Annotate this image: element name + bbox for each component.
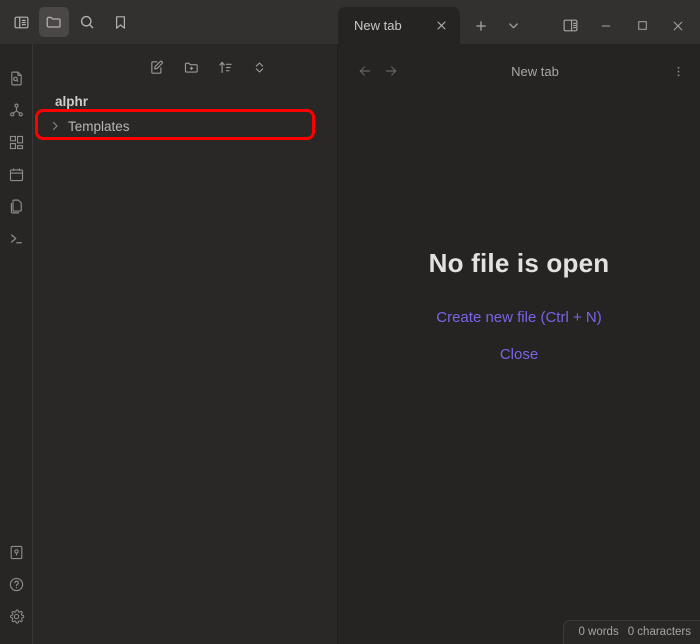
sidebar-right-icon xyxy=(562,17,579,34)
create-new-file-link[interactable]: Create new file (Ctrl + N) xyxy=(436,309,601,326)
toggle-right-sidebar-button[interactable] xyxy=(554,11,586,41)
plus-icon xyxy=(473,18,489,34)
close-icon xyxy=(671,19,685,33)
empty-state-title: No file is open xyxy=(428,247,610,278)
sidebar-left-icon xyxy=(13,14,30,31)
new-folder-button[interactable] xyxy=(181,57,201,77)
minimize-button[interactable] xyxy=(590,11,622,41)
arrow-right-icon xyxy=(383,63,399,79)
rail-item-graph-view[interactable] xyxy=(1,94,31,126)
character-count: 0 characters xyxy=(627,626,691,638)
new-folder-icon xyxy=(183,59,200,76)
word-count: 0 words xyxy=(578,626,619,638)
rail-item-templates[interactable] xyxy=(1,190,31,222)
copy-files-icon xyxy=(8,198,25,215)
app-window: New tab alphr Templates New tab No file … xyxy=(0,0,700,644)
explorer-toolbar xyxy=(33,50,337,84)
rail-item-file-search[interactable] xyxy=(1,62,31,94)
rail-item-daily-note[interactable] xyxy=(1,158,31,190)
tab-new-tab[interactable]: New tab xyxy=(338,7,460,44)
chevron-down-icon xyxy=(506,18,521,33)
graph-icon xyxy=(8,102,25,119)
body: alphr Templates New tab No file is open … xyxy=(0,44,700,644)
terminal-icon xyxy=(8,230,25,247)
tab-list-button[interactable] xyxy=(498,11,528,41)
maximize-button[interactable] xyxy=(626,11,658,41)
maximize-icon xyxy=(636,19,649,32)
chevron-right-icon[interactable] xyxy=(48,119,62,133)
window-controls xyxy=(554,7,700,44)
file-explorer-pane: alphr Templates xyxy=(33,44,338,644)
vault-name: alphr xyxy=(55,94,89,109)
more-vertical-icon xyxy=(671,64,686,79)
rail-item-vault-switcher[interactable] xyxy=(1,536,31,568)
toggle-left-sidebar-button[interactable] xyxy=(6,7,36,37)
bookmark-icon xyxy=(112,14,129,31)
arrow-left-icon xyxy=(357,63,373,79)
new-note-icon xyxy=(149,59,166,76)
help-circle-icon xyxy=(8,576,25,593)
tab-label: New tab xyxy=(354,18,402,33)
empty-state: No file is open Create new file (Ctrl + … xyxy=(338,86,700,644)
sort-icon xyxy=(217,59,234,76)
new-tab-button[interactable] xyxy=(466,11,496,41)
files-button[interactable] xyxy=(39,7,69,37)
file-search-icon xyxy=(8,70,25,87)
tree-item-label: Templates xyxy=(68,118,130,134)
titlebar: New tab xyxy=(0,0,700,44)
view-header: New tab xyxy=(338,56,700,86)
rail-item-settings[interactable] xyxy=(1,600,31,632)
bookmarks-button[interactable] xyxy=(105,7,135,37)
titlebar-left-toolbar xyxy=(0,0,338,44)
forward-button[interactable] xyxy=(378,58,404,84)
file-tree: Templates xyxy=(33,109,337,140)
close-window-button[interactable] xyxy=(662,11,694,41)
vault-icon xyxy=(8,544,25,561)
grid-blocks-icon xyxy=(8,134,25,151)
new-note-button[interactable] xyxy=(147,57,167,77)
rail-item-terminal[interactable] xyxy=(1,222,31,254)
minimize-icon xyxy=(599,19,613,33)
search-button[interactable] xyxy=(72,7,102,37)
left-icon-rail xyxy=(0,44,33,644)
tab-strip: New tab xyxy=(338,0,700,44)
change-sort-order-button[interactable] xyxy=(215,57,235,77)
view-title: New tab xyxy=(511,63,559,79)
folder-icon xyxy=(45,13,63,31)
editor-pane: New tab No file is open Create new file … xyxy=(338,44,700,644)
calendar-icon xyxy=(8,166,25,183)
collapse-expand-all-button[interactable] xyxy=(249,57,269,77)
rail-item-help[interactable] xyxy=(1,568,31,600)
gear-icon xyxy=(8,608,25,625)
close-link[interactable]: Close xyxy=(500,346,538,363)
rail-item-canvas[interactable] xyxy=(1,126,31,158)
tab-close-button[interactable] xyxy=(430,15,452,37)
tree-item-templates[interactable]: Templates xyxy=(40,113,330,139)
more-options-button[interactable] xyxy=(666,59,690,83)
back-button[interactable] xyxy=(352,58,378,84)
rail-bottom-group xyxy=(1,536,31,644)
tab-actions xyxy=(460,7,528,44)
status-bar: 0 words 0 characters xyxy=(563,620,700,644)
search-icon xyxy=(78,13,96,31)
collapse-expand-icon xyxy=(251,59,268,76)
